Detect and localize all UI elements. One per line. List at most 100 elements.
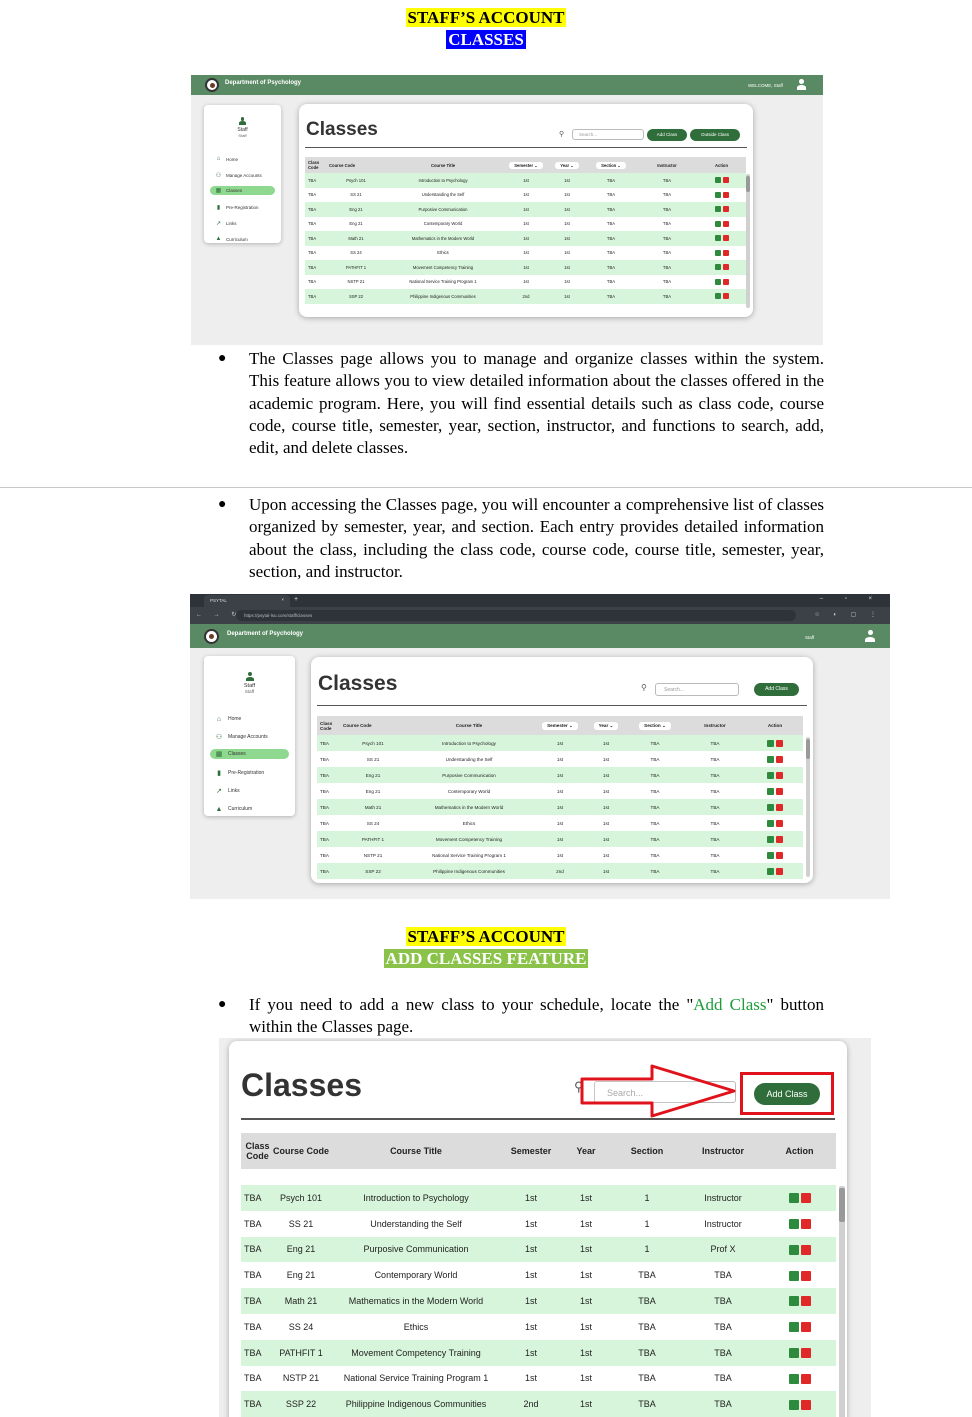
edit-icon[interactable] (788, 1296, 799, 1307)
edit-icon[interactable] (767, 787, 774, 795)
col-section[interactable]: Section ⌄ (585, 157, 637, 173)
delete-icon[interactable] (722, 293, 729, 300)
delete-icon[interactable] (776, 787, 783, 795)
col-semester[interactable]: Semester ⌄ (535, 716, 585, 735)
delete-icon[interactable] (722, 278, 729, 285)
edit-icon[interactable] (714, 293, 721, 300)
add-class-button[interactable]: Add Class (754, 683, 799, 696)
edit-icon[interactable] (788, 1193, 799, 1204)
sidebar-item-curriculum[interactable]: ▲ Curriculum (210, 231, 275, 247)
edit-icon[interactable] (788, 1399, 799, 1410)
cell-instructor: TBA (714, 1373, 732, 1384)
delete-icon[interactable] (800, 1373, 811, 1384)
edit-icon[interactable] (767, 819, 774, 827)
delete-icon[interactable] (776, 739, 783, 747)
sidebar-item-manage-accounts[interactable]: ⚇ Manage Accounts (210, 167, 275, 183)
cell-section: TBA (638, 1373, 656, 1384)
delete-icon[interactable] (800, 1244, 811, 1255)
sidebar-item-curriculum[interactable]: ▲ Curriculum (210, 800, 289, 818)
edit-icon[interactable] (788, 1373, 799, 1384)
edit-icon[interactable] (767, 867, 774, 875)
table-scrollbar[interactable] (746, 174, 750, 308)
new-tab-button[interactable]: + (294, 596, 298, 603)
add-class-button[interactable]: Add Class (647, 129, 687, 141)
sidebar-item-classes[interactable]: ▦ Classes (210, 186, 275, 195)
sidebar-item-classes[interactable]: ▦ Classes (210, 749, 289, 759)
delete-icon[interactable] (776, 867, 783, 875)
sidebar-item-pre-registration[interactable]: ▮ Pre-Registration (210, 764, 289, 782)
sidebar-item-manage-accounts[interactable]: ⚇ Manage Accounts (210, 728, 289, 746)
table-row: TBA SSP 22 Philippine Indigenous Communiti… (317, 863, 803, 879)
delete-icon[interactable] (722, 191, 729, 198)
sidebar-item-pre-registration[interactable]: ▮ Pre-Registration (210, 199, 275, 215)
delete-icon[interactable] (722, 177, 729, 184)
outside-class-button[interactable]: Outside Class (690, 129, 740, 141)
sidebar-item-home[interactable]: ⌂ Home (210, 151, 275, 167)
col-semester[interactable]: Semester (501, 1133, 561, 1169)
edit-icon[interactable] (714, 235, 721, 242)
cell-class-code: TBA (308, 192, 317, 198)
col-section[interactable]: Section ⌄ (627, 716, 683, 735)
sidebar-item-home[interactable]: ⌂ Home (210, 710, 289, 728)
edit-icon[interactable] (788, 1322, 799, 1333)
edit-icon[interactable] (714, 206, 721, 213)
user-icon[interactable] (797, 79, 806, 90)
user-icon[interactable] (865, 630, 875, 642)
col-section[interactable]: Section (611, 1133, 683, 1169)
edit-icon[interactable] (788, 1219, 799, 1229)
edit-icon[interactable] (788, 1347, 799, 1358)
delete-icon[interactable] (800, 1270, 811, 1281)
edit-icon[interactable] (767, 739, 774, 747)
delete-icon[interactable] (800, 1347, 811, 1358)
close-tab-icon[interactable]: × (281, 597, 284, 602)
delete-icon[interactable] (800, 1322, 811, 1333)
delete-icon[interactable] (722, 235, 729, 242)
edit-icon[interactable] (714, 220, 721, 227)
browser-toolbar-icons[interactable]: ☆ ◐ ▢ ⋮ (814, 611, 882, 618)
browser-tab[interactable]: PSYTAL × (204, 595, 290, 607)
edit-icon[interactable] (788, 1270, 799, 1281)
search-input[interactable]: Search... (572, 129, 644, 140)
delete-icon[interactable] (722, 249, 729, 256)
edit-icon[interactable] (788, 1244, 799, 1255)
col-year[interactable]: Year (561, 1133, 611, 1169)
edit-icon[interactable] (714, 249, 721, 256)
edit-icon[interactable] (714, 191, 721, 198)
delete-icon[interactable] (722, 206, 729, 213)
edit-icon[interactable] (714, 264, 721, 271)
delete-icon[interactable] (800, 1219, 811, 1229)
delete-icon[interactable] (776, 755, 783, 763)
edit-icon[interactable] (767, 803, 774, 811)
delete-icon[interactable] (800, 1296, 811, 1307)
edit-icon[interactable] (767, 835, 774, 843)
delete-icon[interactable] (722, 264, 729, 271)
table-scrollbar[interactable] (806, 737, 810, 877)
delete-icon[interactable] (776, 771, 783, 779)
url-field[interactable]: https://psytal-lsu.com/staff/classes (236, 610, 796, 621)
browser-nav-icons[interactable]: ← → ↻ (196, 611, 241, 618)
cell-class-code: TBA (241, 1339, 271, 1366)
edit-icon[interactable] (767, 755, 774, 763)
col-semester[interactable]: Semester ⌄ (503, 157, 549, 173)
cell-class-code: TBA (241, 1288, 271, 1314)
window-controls[interactable]: – ▫ × (820, 596, 882, 602)
col-year[interactable]: Year ⌄ (549, 157, 585, 173)
delete-icon[interactable] (722, 220, 729, 227)
delete-icon[interactable] (776, 851, 783, 859)
edit-icon[interactable] (714, 278, 721, 285)
table-scrollbar[interactable] (839, 1186, 845, 1417)
edit-icon[interactable] (714, 177, 721, 184)
sidebar-item-links[interactable]: ↗ Links (210, 782, 289, 800)
section-heading-classes: CLASSES (446, 30, 526, 49)
delete-icon[interactable] (776, 835, 783, 843)
sidebar-item-links[interactable]: ↗ Links (210, 215, 275, 231)
edit-icon[interactable] (767, 851, 774, 859)
search-input[interactable]: Search... (655, 683, 739, 696)
delete-icon[interactable] (800, 1193, 811, 1204)
delete-icon[interactable] (776, 803, 783, 811)
delete-icon[interactable] (800, 1399, 811, 1410)
col-year[interactable]: Year ⌄ (585, 716, 627, 735)
table-row: TBA SS 24 Ethics 1st 1st TBA TBA (241, 1314, 836, 1340)
delete-icon[interactable] (776, 819, 783, 827)
edit-icon[interactable] (767, 771, 774, 779)
